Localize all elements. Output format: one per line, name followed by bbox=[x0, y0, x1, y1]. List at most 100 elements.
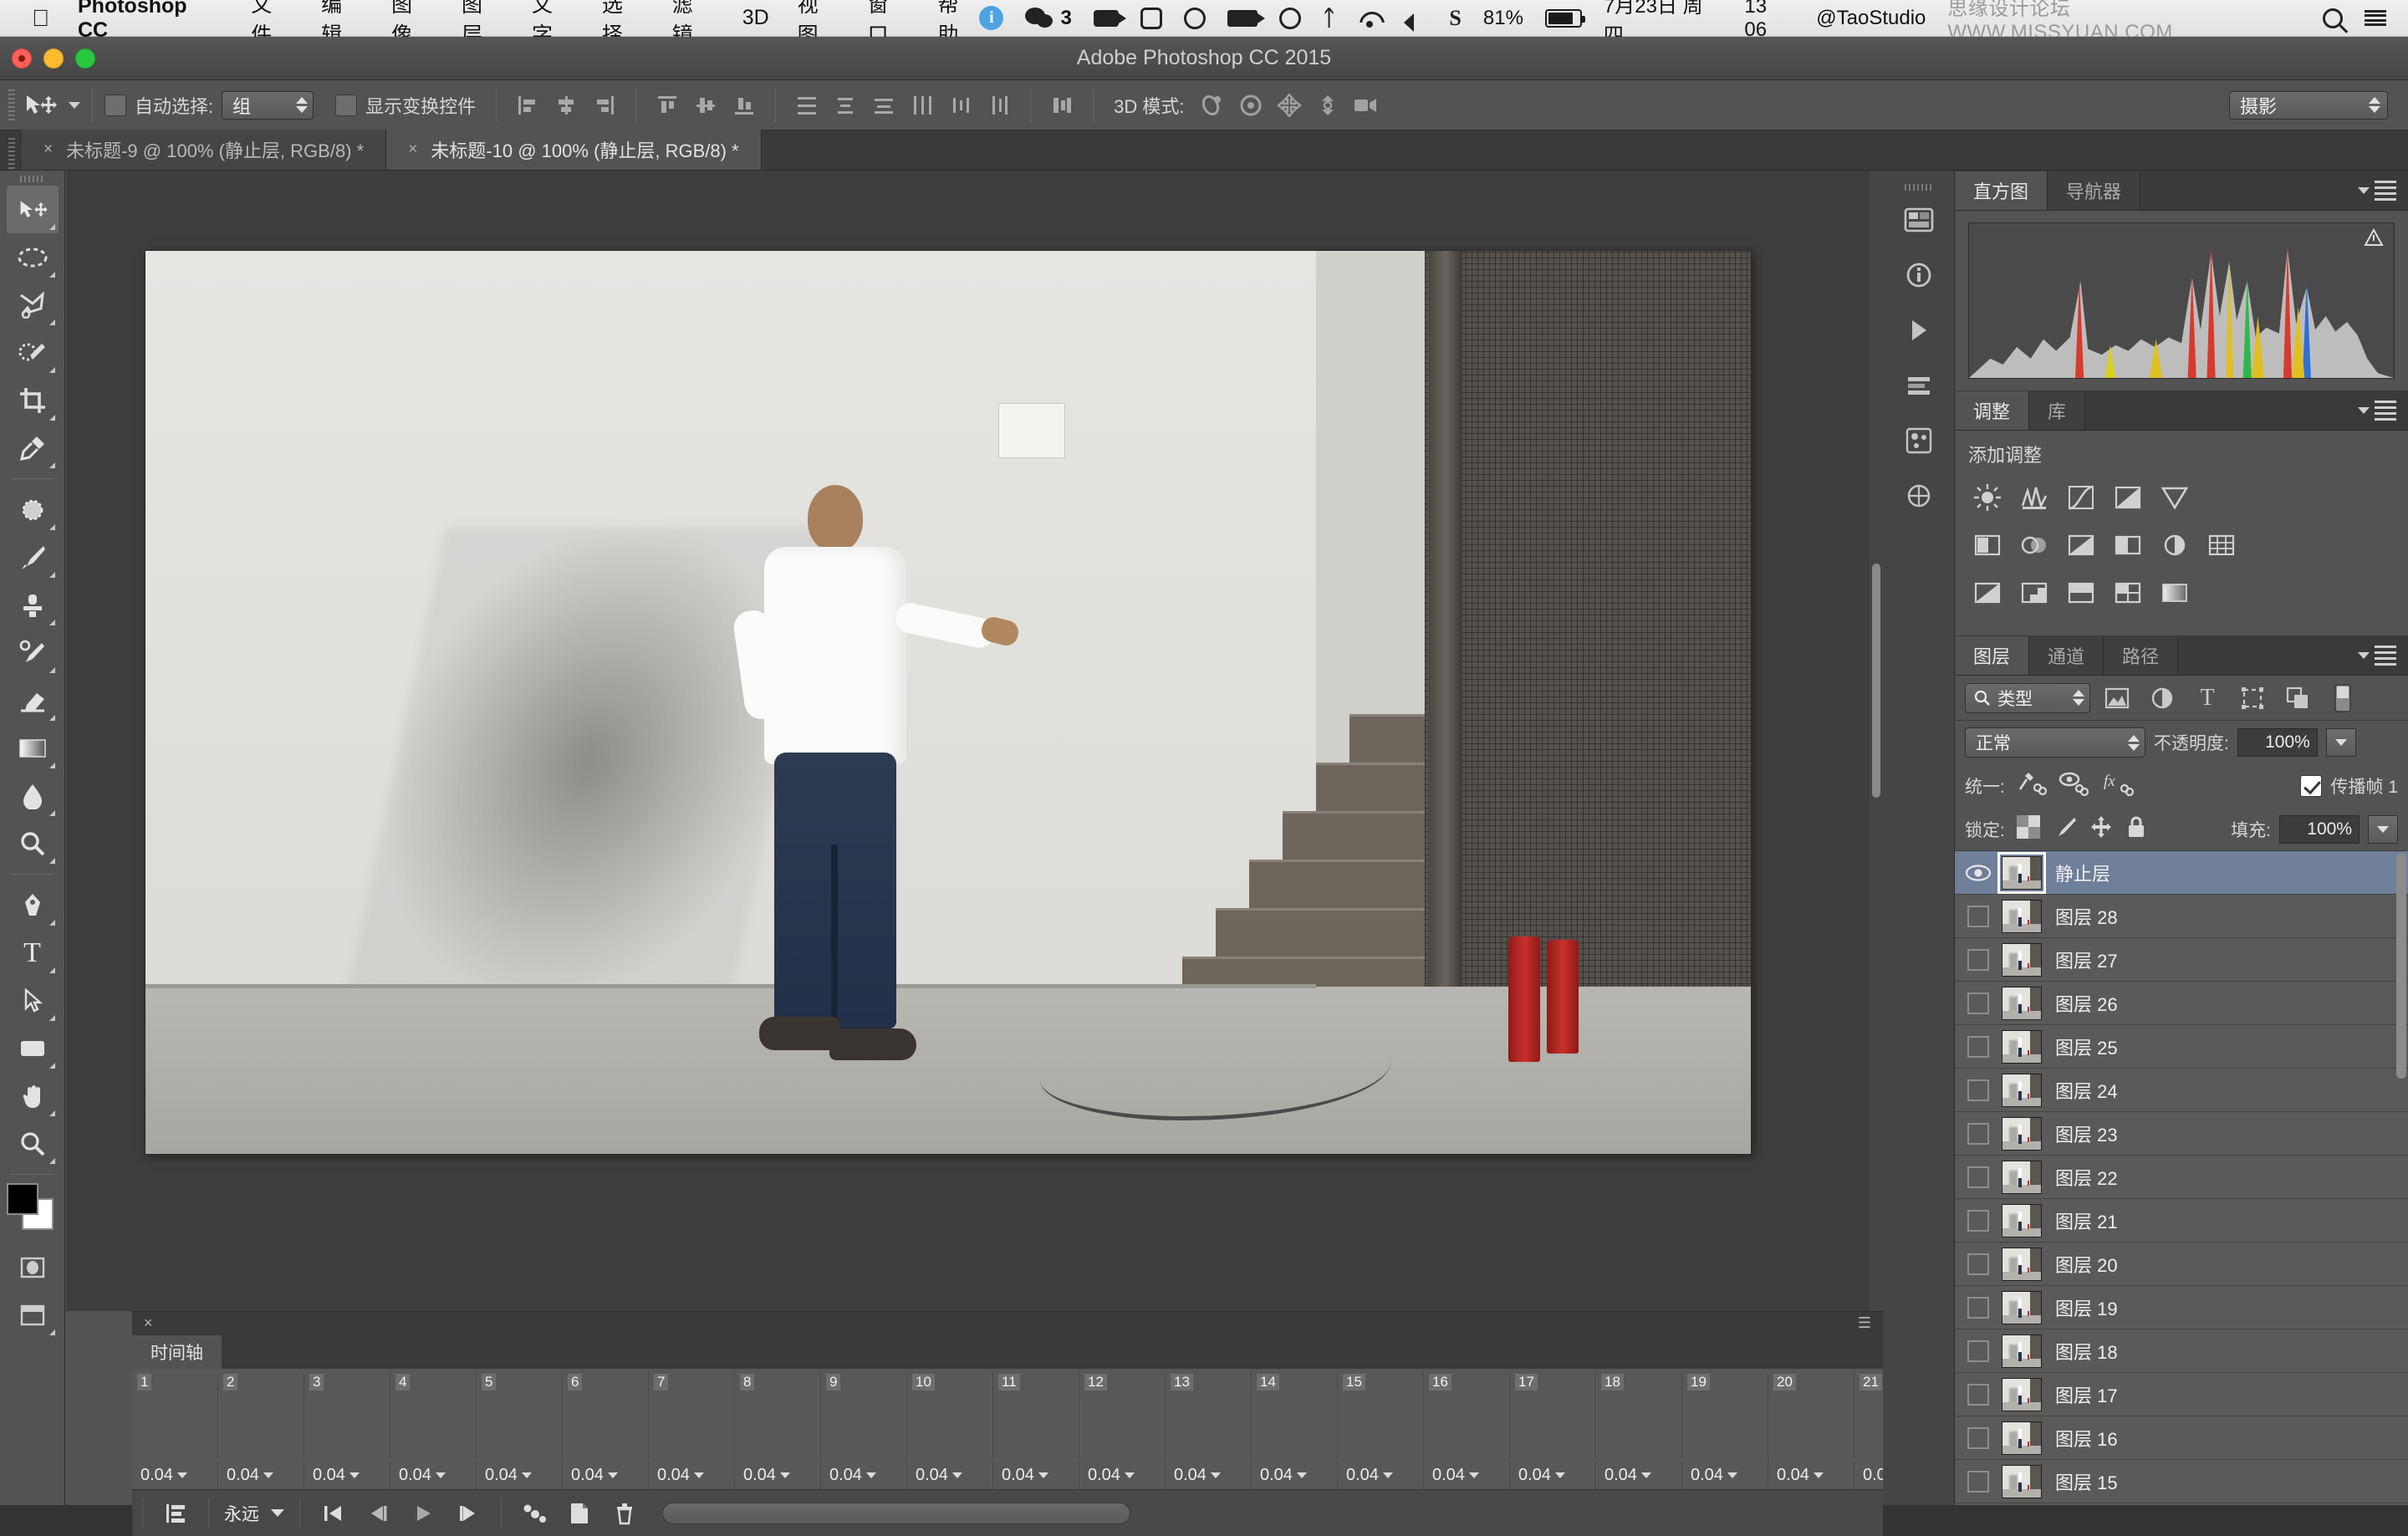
layer-name[interactable]: 图层 20 bbox=[2055, 1251, 2118, 1278]
select-first-frame-button[interactable] bbox=[310, 1495, 355, 1532]
document-tab-untitled-9[interactable]: × 未标题-9 @ 100% (静止层, RGB/8) * bbox=[22, 130, 387, 170]
info-icon[interactable]: i bbox=[979, 6, 1004, 30]
filter-pixel-layers-icon[interactable] bbox=[2099, 681, 2135, 715]
distribute-right-edges-button[interactable] bbox=[982, 89, 1016, 121]
layer-name[interactable]: 图层 15 bbox=[2055, 1468, 2118, 1495]
layer-thumbnail[interactable] bbox=[2002, 1334, 2042, 1368]
frame-duration-dropdown[interactable]: 0.04 bbox=[1424, 1461, 1510, 1489]
document-tab-untitled-10[interactable]: × 未标题-10 @ 100% (静止层, RGB/8) * bbox=[386, 130, 762, 170]
tab-channels[interactable]: 通道 bbox=[2029, 636, 2104, 675]
tool-preset-chevron-down-icon[interactable] bbox=[69, 101, 80, 109]
channel-mixer-icon[interactable] bbox=[2155, 527, 2194, 564]
zoom-tool[interactable] bbox=[7, 1120, 59, 1167]
layer-visibility-toggle[interactable] bbox=[1955, 1470, 2002, 1493]
timeline-panel-menu-icon[interactable]: ☰ bbox=[1858, 1314, 1871, 1332]
layer-thumbnail[interactable] bbox=[1997, 851, 2046, 894]
layer-row[interactable]: 图层 23 bbox=[1955, 1112, 2408, 1156]
distribute-bottom-edges-button[interactable] bbox=[867, 89, 900, 121]
color-lookup-icon[interactable] bbox=[2202, 527, 2241, 564]
layer-thumbnail[interactable] bbox=[2002, 1290, 2042, 1324]
loop-option-dropdown[interactable]: 永远 bbox=[219, 1501, 289, 1526]
app-status-icon[interactable] bbox=[1140, 7, 1162, 29]
pen-tool[interactable] bbox=[7, 881, 59, 929]
dropbox-icon[interactable] bbox=[1183, 7, 1206, 29]
wechat-icon[interactable]: 3 bbox=[1025, 7, 1072, 30]
lock-all-icon[interactable] bbox=[2125, 815, 2147, 844]
layer-visibility-toggle[interactable] bbox=[1955, 1079, 2002, 1101]
layer-thumbnail[interactable] bbox=[2002, 986, 2042, 1020]
layer-name[interactable]: 图层 24 bbox=[2055, 1077, 2118, 1104]
crop-tool[interactable] bbox=[7, 376, 59, 424]
menubar-user[interactable]: @TaoStudio bbox=[1816, 7, 1926, 30]
fill-value-field[interactable]: 100% bbox=[2279, 814, 2360, 844]
align-top-edges-button[interactable] bbox=[650, 89, 684, 121]
frame-duration-dropdown[interactable]: 0.04 bbox=[993, 1461, 1079, 1489]
move-tool[interactable] bbox=[6, 186, 59, 233]
distribute-top-edges-button[interactable] bbox=[790, 89, 824, 121]
layer-thumbnail[interactable] bbox=[2002, 1203, 2042, 1237]
eyedropper-tool[interactable] bbox=[7, 424, 59, 472]
menu-item-3d[interactable]: 3D bbox=[742, 6, 769, 30]
layer-filter-type-dropdown[interactable]: 类型 bbox=[1965, 682, 2090, 713]
brush-presets-panel-icon[interactable] bbox=[1893, 415, 1945, 467]
layer-visibility-toggle[interactable] bbox=[1955, 948, 2002, 971]
layer-thumbnail[interactable] bbox=[2002, 1116, 2042, 1151]
fill-slider-dropdown[interactable] bbox=[2368, 814, 2398, 844]
lasso-tool[interactable] bbox=[7, 281, 59, 329]
layer-thumbnail[interactable] bbox=[2002, 1073, 2042, 1107]
layer-name[interactable]: 图层 16 bbox=[2055, 1425, 2118, 1452]
brush-tool[interactable] bbox=[7, 533, 59, 581]
quick-selection-tool[interactable] bbox=[7, 329, 59, 376]
history-panel-icon[interactable] bbox=[1893, 360, 1945, 411]
keyboard-icon[interactable] bbox=[1227, 9, 1265, 27]
layer-visibility-toggle[interactable] bbox=[1955, 992, 2002, 1014]
timeline-horizontal-scrollbar[interactable] bbox=[662, 1502, 1130, 1524]
photo-filter-icon[interactable] bbox=[2109, 527, 2147, 564]
layer-name[interactable]: 图层 25 bbox=[2055, 1033, 2118, 1060]
gradient-map-icon[interactable] bbox=[2155, 574, 2194, 611]
histogram-warning-icon[interactable] bbox=[2364, 227, 2384, 251]
show-transform-controls-checkbox[interactable] bbox=[335, 94, 358, 116]
align-bottom-edges-button[interactable] bbox=[727, 89, 761, 121]
hue-saturation-icon[interactable] bbox=[1968, 527, 2007, 564]
dodge-tool[interactable] bbox=[7, 819, 59, 867]
layer-row[interactable]: 图层 17 bbox=[1955, 1373, 2408, 1416]
quick-mask-button[interactable] bbox=[7, 1243, 59, 1291]
tab-paths[interactable]: 路径 bbox=[2104, 636, 2179, 675]
layer-row[interactable]: 图层 15 bbox=[1955, 1460, 2408, 1503]
lock-transparent-pixels-icon[interactable] bbox=[2016, 814, 2040, 844]
close-window-button[interactable] bbox=[12, 48, 32, 69]
unify-visibility-icon[interactable] bbox=[2059, 771, 2090, 801]
layer-visibility-toggle[interactable] bbox=[1955, 1209, 2002, 1232]
color-balance-icon[interactable] bbox=[2015, 527, 2053, 564]
opacity-value-field[interactable]: 100% bbox=[2237, 728, 2318, 757]
screen-mode-button[interactable] bbox=[7, 1291, 59, 1339]
curves-icon[interactable] bbox=[2062, 479, 2100, 516]
minimize-window-button[interactable] bbox=[43, 48, 64, 69]
rotate-3d-object-icon[interactable] bbox=[1196, 89, 1229, 121]
dock-grip[interactable] bbox=[1904, 184, 1933, 191]
selective-color-icon[interactable] bbox=[2109, 574, 2147, 611]
layer-name[interactable]: 图层 22 bbox=[2055, 1164, 2118, 1191]
layer-visibility-toggle[interactable] bbox=[1955, 1340, 2002, 1362]
apple-icon[interactable]:  bbox=[32, 6, 49, 30]
layer-row[interactable]: 图层 18 bbox=[1955, 1329, 2408, 1373]
layers-panel-menu-icon[interactable] bbox=[2358, 646, 2396, 666]
timeline-frame[interactable]: 11 bbox=[993, 1372, 1079, 1459]
timeline-frames-row[interactable]: 1 2 3 4 5 6 7 8 9 10 11 12 13 14 15 16 17 18 19 20 21 bbox=[132, 1369, 1883, 1461]
spotlight-search-icon[interactable] bbox=[2323, 8, 2344, 28]
frame-duration-dropdown[interactable]: 0.04 bbox=[477, 1461, 563, 1489]
histogram-panel-menu-icon[interactable] bbox=[2358, 181, 2396, 201]
timeline-frame[interactable]: 12 bbox=[1079, 1372, 1166, 1459]
timeline-frame[interactable]: 10 bbox=[907, 1372, 993, 1459]
layer-row[interactable]: 图层 21 bbox=[1955, 1199, 2408, 1243]
filter-adjustment-layers-icon[interactable] bbox=[2144, 681, 2181, 715]
eraser-tool[interactable] bbox=[7, 676, 59, 724]
layer-thumbnail[interactable] bbox=[2002, 899, 2042, 933]
layer-row[interactable]: 图层 24 bbox=[1955, 1069, 2408, 1112]
timeline-durations-row[interactable]: 0.04 0.04 0.04 0.04 0.04 0.04 0.04 0.04 0.04 0.04… bbox=[132, 1461, 1883, 1489]
duplicate-frame-button[interactable] bbox=[557, 1495, 602, 1532]
distribute-left-edges-button[interactable] bbox=[906, 89, 939, 121]
tab-navigator[interactable]: 导航器 bbox=[2048, 171, 2141, 210]
filter-shape-layers-icon[interactable] bbox=[2234, 681, 2271, 715]
